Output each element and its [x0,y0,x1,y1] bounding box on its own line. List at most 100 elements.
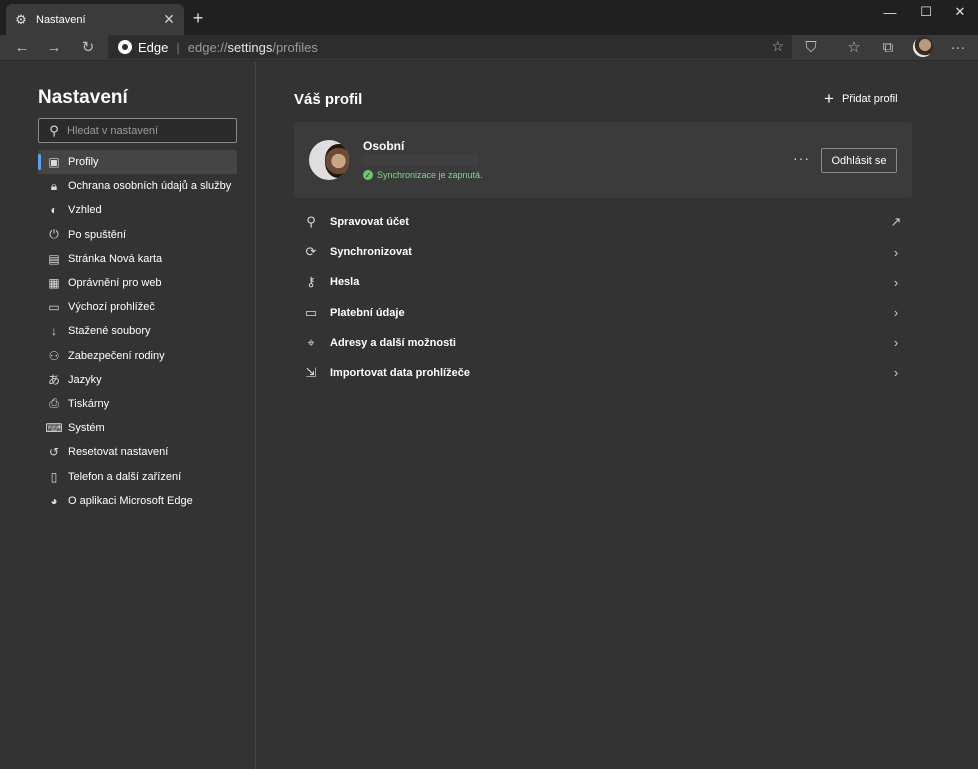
chevron-right-icon: › [893,365,899,381]
sidebar-item-label: Oprávnění pro web [68,277,162,290]
browser-window: ⚙ Nastavení ✕ + — ☐ ✕ ← → ↻ Edge | edge:… [0,0,978,769]
sidebar-item-label: Stránka Nová karta [68,252,163,265]
sidebar-item-label: Tiskárny [68,397,110,410]
row-label: Spravovat účet [330,216,409,229]
favorite-star-icon[interactable]: ☆ [771,38,784,55]
plus-icon: + [824,89,834,108]
row-addresses[interactable]: ⌖ Adresy a další možnosti › [294,328,912,358]
laptop-icon: ⌨ [45,421,63,436]
row-label: Importovat data prohlížeče [330,367,470,380]
phone-icon: ▯ [50,469,58,484]
sidebar-item-appearance[interactable]: ◐ Vzhled [38,198,237,222]
check-circle-icon: ✓ [363,170,373,180]
row-label: Adresy a další možnosti [330,336,456,349]
settings-nav: ▣ Profily 🔒︎ Ochrana osobních údajů a sl… [38,150,237,513]
gear-icon: ⚙ [15,11,27,27]
close-window-button[interactable]: ✕ [940,0,978,24]
row-label: Synchronizovat [330,246,412,259]
sidebar-item-startup[interactable]: ⏻ Po spuštění [38,223,237,247]
site-name: Edge [138,39,169,55]
new-tab-button[interactable]: + [188,8,208,28]
sidebar-item-label: O aplikaci Microsoft Edge [68,494,193,507]
search-input[interactable] [67,124,217,137]
tab-strip: ⚙ Nastavení ✕ + — ☐ ✕ [0,0,978,35]
sidebar-item-label: Profily [68,156,99,169]
profile-card: Osobní ✓ Synchronizace je zapnutá. ··· O… [294,122,912,198]
row-payment[interactable]: ▭ Platební údaje › [294,298,912,328]
chevron-right-icon: › [893,274,899,290]
chevron-right-icon: › [893,244,899,260]
edge-logo-icon: ◕ [50,493,58,508]
settings-search[interactable]: ⚲ [38,118,237,143]
row-passwords[interactable]: ⚷ Hesla › [294,267,912,297]
sidebar-item-about[interactable]: ◕ O aplikaci Microsoft Edge [38,489,237,513]
more-menu-icon[interactable]: ··· [946,36,970,58]
row-manage-account[interactable]: ⚲ Spravovat účet ↗ [294,207,912,237]
page-title: Váš profil [294,91,363,108]
profile-email-redacted [363,154,478,166]
sidebar-item-label: Ochrana osobních údajů a služby [68,180,232,193]
external-link-icon: ↗ [890,214,902,229]
url-text: edge://settings/profiles [187,39,318,55]
collections-icon[interactable]: ⧉ [876,36,900,58]
power-icon: ⏻ [49,227,59,242]
profile-settings-list: ⚲ Spravovat účet ↗ ⟳ Synchronizovat › ⚷ … [294,207,912,388]
sign-out-button[interactable]: Odhlásit se [821,148,897,173]
sidebar-item-profily[interactable]: ▣ Profily [38,150,237,175]
sync-icon: ⟳ [305,244,317,260]
row-label: Hesla [330,276,360,289]
more-options-icon[interactable]: ··· [793,150,810,166]
close-tab-icon[interactable]: ✕ [162,11,176,27]
shield-extension-icon[interactable]: ⛉ [799,36,823,58]
chevron-right-icon: › [893,305,899,321]
favorites-icon[interactable]: ☆ [842,36,866,58]
avatar [309,140,349,180]
address-toolbar: ← → ↻ Edge | edge://settings/profiles ☆ … [0,35,978,61]
sidebar-item-printers[interactable]: ⎙ Tiskárny [38,392,237,416]
sidebar-item-label: Telefon a další zařízení [68,470,182,483]
default-browser-icon: ▭ [48,300,60,315]
person-icon: ⚲ [306,214,316,230]
sidebar-item-permissions[interactable]: ▦ Oprávnění pro web [38,271,237,295]
credit-card-icon: ▭ [304,304,318,320]
sidebar-item-phone[interactable]: ▯ Telefon a další zařízení [38,464,237,488]
row-import[interactable]: ⇲ Importovat data prohlížeče › [294,358,912,388]
tab-title: Nastavení [36,13,86,26]
family-icon: ⚇ [48,348,60,363]
sidebar-item-downloads[interactable]: ↓ Stažené soubory [38,319,237,343]
sidebar-item-family[interactable]: ⚇ Zabezpečení rodiny [38,344,237,368]
minimize-button[interactable]: — [870,0,910,24]
sync-status: ✓ Synchronizace je zapnutá. [363,170,483,180]
sidebar-item-default-browser[interactable]: ▭ Výchozí prohlížeč [38,295,237,319]
newtab-page-icon: ▤ [48,251,60,266]
import-icon: ⇲ [305,365,317,381]
row-sync[interactable]: ⟳ Synchronizovat › [294,237,912,267]
key-icon: ⚷ [306,274,316,290]
sidebar-item-label: Resetovat nastavení [68,446,169,459]
sidebar-item-label: Zabezpečení rodiny [68,349,165,362]
address-bar[interactable]: Edge | edge://settings/profiles ☆ [108,35,792,59]
sidebar-item-system[interactable]: ⌨ Systém [38,416,237,440]
forward-button[interactable]: → [42,36,66,58]
add-profile-button[interactable]: + Přidat profil [824,90,898,107]
sidebar-item-label: Stažené soubory [68,325,151,338]
location-pin-icon: ⌖ [307,334,315,350]
back-button[interactable]: ← [10,36,34,58]
sidebar-item-label: Výchozí prohlížeč [68,301,155,314]
sidebar-title: Nastavení [38,87,128,108]
address-separator: | [176,39,180,55]
refresh-button[interactable]: ↻ [76,36,100,58]
sidebar-item-reset[interactable]: ↺ Resetovat nastavení [38,440,237,464]
tab-settings[interactable]: ⚙ Nastavení ✕ [6,4,184,35]
sidebar-item-label: Po spuštění [68,228,127,241]
add-profile-label: Přidat profil [841,92,898,105]
lock-icon: 🔒︎ [50,178,58,193]
settings-main: Váš profil + Přidat profil Osobní ✓ Sync… [256,62,978,769]
sidebar-item-label: Jazyky [68,373,102,386]
palette-icon: ◐ [50,203,58,218]
sidebar-item-newtab[interactable]: ▤ Stránka Nová karta [38,247,237,271]
sidebar-item-privacy[interactable]: 🔒︎ Ochrana osobních údajů a služby [38,174,237,198]
sidebar-item-languages[interactable]: あ Jazyky [38,368,237,392]
profile-avatar-button[interactable] [913,37,933,57]
printer-icon: ⎙ [49,396,59,411]
